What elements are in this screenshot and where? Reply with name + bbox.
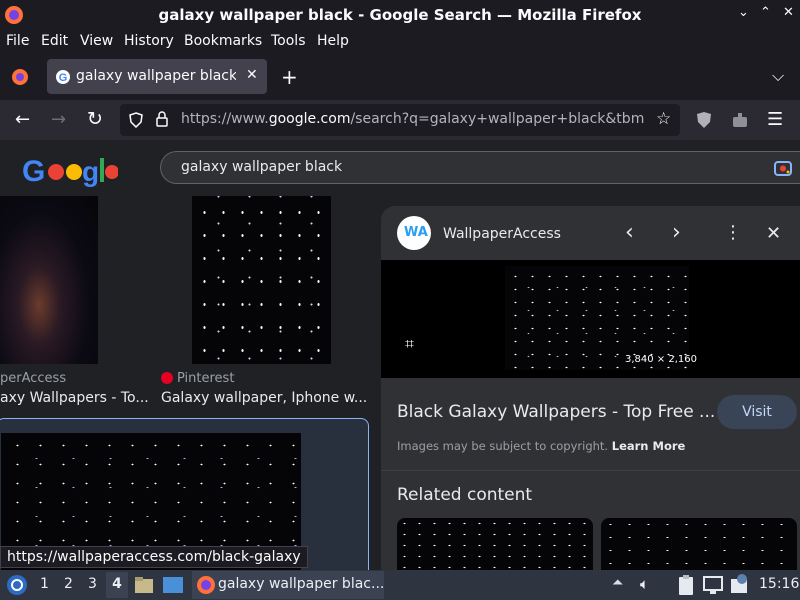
- site-logo: WA: [397, 216, 431, 250]
- google-search-box[interactable]: galaxy wallpaper black: [160, 151, 800, 184]
- workspace-1[interactable]: 1: [40, 576, 49, 592]
- reload-icon[interactable]: ↻: [87, 108, 103, 130]
- divider: [381, 470, 800, 471]
- show-desktop-icon[interactable]: [162, 575, 184, 595]
- menu-history[interactable]: History: [124, 33, 174, 49]
- google-lens-search-icon[interactable]: ⌗: [405, 334, 414, 354]
- result-title[interactable]: Galaxy wallpaper, Iphone w...: [161, 390, 367, 406]
- url-text[interactable]: https://www.google.com/search?q=galaxy+w…: [181, 111, 646, 127]
- link-status-tooltip: https://wallpaperaccess.com/black-galaxy: [0, 546, 308, 568]
- clock: 15:16: [759, 576, 800, 592]
- search-query[interactable]: galaxy wallpaper black: [181, 159, 342, 175]
- update-notifier-icon[interactable]: [730, 573, 750, 595]
- list-tabs-chevron-icon[interactable]: ⌵: [772, 66, 784, 86]
- menu-view[interactable]: View: [80, 33, 113, 49]
- image-results-grid: perAccess axy Wallpapers - To... Pintere…: [0, 196, 380, 578]
- shield-icon[interactable]: [128, 112, 144, 128]
- google-lens-camera-icon[interactable]: [773, 158, 793, 178]
- learn-more-link[interactable]: Learn More: [612, 439, 686, 453]
- menu-edit[interactable]: Edit: [41, 33, 68, 49]
- new-tab-button[interactable]: +: [281, 65, 298, 89]
- result-thumbnail-starfield[interactable]: [192, 196, 331, 364]
- volume-icon[interactable]: 🔈︎: [640, 575, 649, 593]
- menubar: File Edit View History Bookmarks Tools H…: [0, 30, 800, 52]
- google-g-icon: G: [56, 70, 70, 84]
- clipboard-icon[interactable]: [677, 574, 695, 596]
- svg-text:G: G: [22, 155, 45, 188]
- window-titlebar: galaxy wallpaper black - Google Search —…: [0, 0, 800, 30]
- firefox-icon: [197, 576, 215, 594]
- tab-close-icon[interactable]: ✕: [246, 67, 258, 83]
- google-header: G g galaxy wallpaper black: [0, 140, 800, 196]
- window-title: galaxy wallpaper black - Google Search —…: [158, 6, 642, 24]
- maximize-icon[interactable]: ⌃: [760, 5, 771, 20]
- svg-text:g: g: [82, 156, 99, 187]
- site-logo-initials: WA: [404, 225, 428, 240]
- back-arrow-icon[interactable]: ←: [15, 109, 30, 130]
- tab-label: galaxy wallpaper black - G: [76, 68, 236, 84]
- close-panel-icon[interactable]: ✕: [766, 223, 781, 244]
- menu-tools[interactable]: Tools: [271, 33, 306, 49]
- forward-arrow-icon[interactable]: →: [51, 109, 66, 130]
- lock-icon[interactable]: [155, 111, 169, 128]
- menu-file[interactable]: File: [6, 33, 29, 49]
- pinterest-icon: [161, 372, 173, 384]
- start-menu-icon[interactable]: [6, 574, 28, 596]
- image-dimensions: 3,840 × 2,160: [625, 354, 697, 365]
- tab-google-search[interactable]: G galaxy wallpaper black - G ✕: [47, 59, 267, 94]
- related-thumbnail[interactable]: [397, 518, 593, 570]
- minimize-icon[interactable]: ⌄: [738, 5, 749, 20]
- bookmark-star-icon[interactable]: ☆: [656, 109, 671, 129]
- visit-button[interactable]: Visit: [717, 395, 797, 429]
- result-source: Pinterest: [177, 371, 235, 386]
- tab-strip: G galaxy wallpaper black - G ✕ + ⌵: [0, 52, 800, 100]
- network-monitor-icon[interactable]: [703, 575, 723, 595]
- copyright-note: Images may be subject to copyright. Lear…: [397, 439, 686, 453]
- url-bar[interactable]: https://www.google.com/search?q=galaxy+w…: [120, 104, 680, 136]
- preview-image-area: 3,840 × 2,160 ⌗: [381, 260, 800, 378]
- related-thumbnail[interactable]: [601, 518, 797, 570]
- hamburger-menu-icon[interactable]: ☰: [767, 109, 783, 130]
- taskbar-window-firefox[interactable]: galaxy wallpaper blac...: [192, 571, 384, 599]
- navigation-toolbar: ← → ↻ https://www.google.com/search?q=ga…: [0, 100, 800, 140]
- result-title[interactable]: axy Wallpapers - To...: [0, 390, 149, 406]
- next-chevron-icon[interactable]: ›: [672, 220, 681, 245]
- result-thumbnail-nebula[interactable]: [0, 196, 98, 364]
- svg-text:G: G: [59, 72, 68, 84]
- related-content-heading: Related content: [397, 485, 533, 505]
- extension-robot-icon[interactable]: [731, 111, 749, 129]
- previous-chevron-icon[interactable]: ‹: [625, 220, 634, 245]
- workspace-3[interactable]: 3: [88, 576, 97, 592]
- firefox-view-icon[interactable]: [11, 68, 29, 86]
- image-preview-panel: WA WallpaperAccess ‹ › ⋮ ✕ 3,840 × 2,160…: [381, 206, 800, 570]
- close-icon[interactable]: ✕: [783, 5, 794, 20]
- menu-bookmarks[interactable]: Bookmarks: [184, 33, 262, 49]
- preview-title[interactable]: Black Galaxy Wallpapers - Top Free ...: [397, 402, 715, 422]
- site-name[interactable]: WallpaperAccess: [443, 226, 561, 242]
- result-source: perAccess: [0, 371, 67, 386]
- google-doodle-logo[interactable]: G g: [22, 152, 118, 188]
- more-options-icon[interactable]: ⋮: [724, 222, 742, 243]
- taskbar-window-label: galaxy wallpaper blac...: [218, 576, 385, 592]
- tray-upload-icon[interactable]: ⏶: [612, 575, 623, 591]
- workspace-2[interactable]: 2: [64, 576, 73, 592]
- file-manager-icon[interactable]: [134, 575, 154, 595]
- ublock-shield-icon[interactable]: [696, 111, 712, 129]
- workspace-4-active[interactable]: 4: [106, 572, 128, 598]
- taskbar: 1 2 3 4 galaxy wallpaper blac... ⏶ 🔈︎ 15…: [0, 570, 800, 600]
- menu-help[interactable]: Help: [317, 33, 349, 49]
